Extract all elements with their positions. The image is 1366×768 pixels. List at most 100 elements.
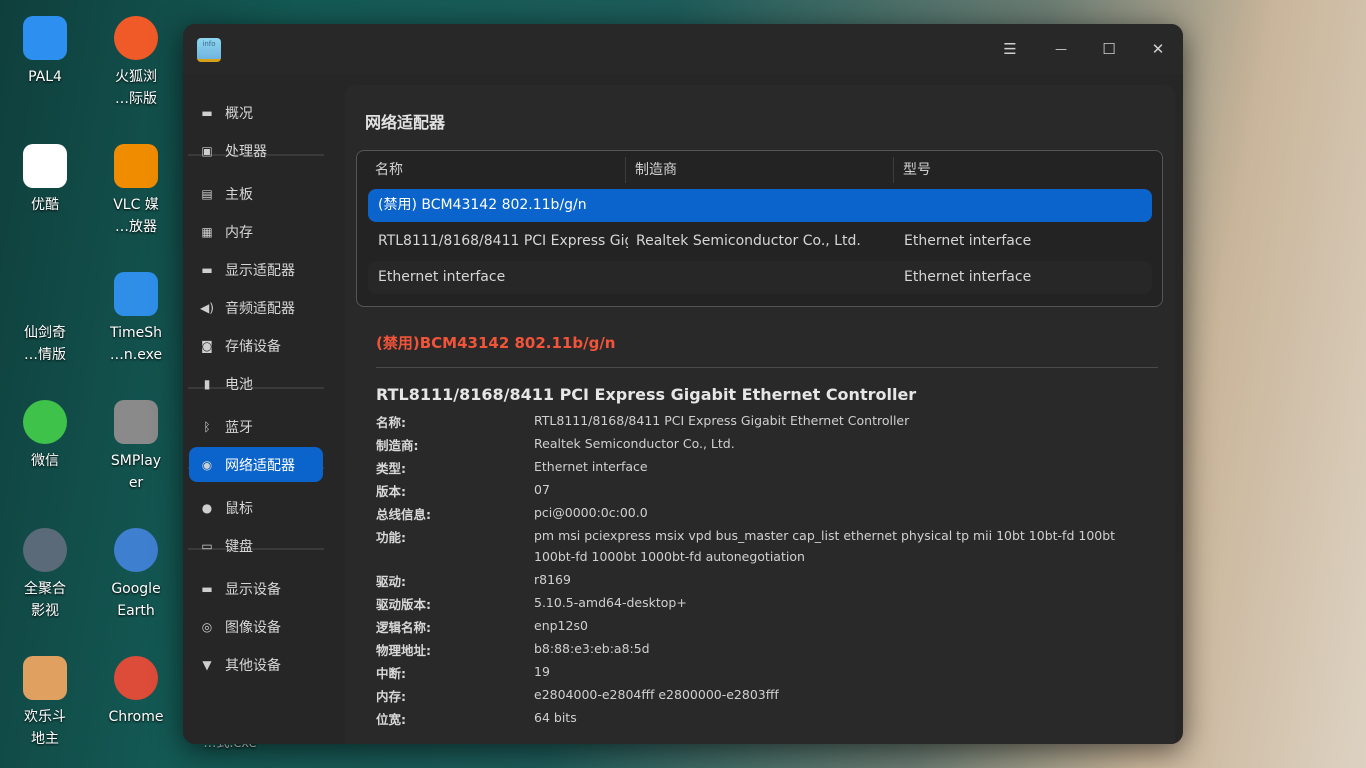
table-cell: Ethernet interface xyxy=(904,269,1032,285)
sidebar-item-other-device[interactable]: ▼ 其他设备 xyxy=(189,647,323,682)
sidebar-item-cpu[interactable]: ▣ 处理器 xyxy=(189,133,323,168)
display-adapter-icon: ▬ xyxy=(201,262,213,277)
app-icon xyxy=(114,656,158,700)
desktop-icon[interactable]: 火狐浏 …际版 xyxy=(91,16,181,110)
minimize-button[interactable]: — xyxy=(1049,37,1073,61)
desktop-icon-label: 仙剑奇 …情版 xyxy=(24,325,66,363)
detail-label: 版本: xyxy=(376,484,406,499)
computer-icon: ▬ xyxy=(201,105,213,120)
detail-value: Ethernet interface xyxy=(534,459,648,474)
desktop-icon[interactable]: 仙剑奇 …情版 xyxy=(0,272,90,366)
mouse-icon: ● xyxy=(201,500,213,515)
desktop-icon[interactable]: Google Earth xyxy=(91,528,181,622)
sidebar-item-battery[interactable]: ▮ 电池 xyxy=(189,366,323,401)
sidebar-item-label: 处理器 xyxy=(225,143,267,160)
app-icon: info xyxy=(197,38,221,62)
app-icon xyxy=(114,400,158,444)
sidebar-item-keyboard[interactable]: ▭ 键盘 xyxy=(189,528,323,563)
adapter-table: 名称 制造商 型号 (禁用) BCM43142 802.11b/g/n RTL81… xyxy=(356,150,1163,307)
app-icon xyxy=(114,528,158,572)
detail-value: 64 bits xyxy=(534,710,577,725)
detail-label: 逻辑名称: xyxy=(376,620,431,635)
desktop-icon-label: 优酷 xyxy=(31,197,59,213)
table-cell: Ethernet interface xyxy=(378,269,506,285)
sidebar-item-monitor[interactable]: ▬ 显示设备 xyxy=(189,571,323,606)
sidebar-item-label: 键盘 xyxy=(225,538,253,555)
desktop-icon[interactable]: TimeSh …n.exe xyxy=(91,272,181,366)
sidebar-item-motherboard[interactable]: ▤ 主板 xyxy=(189,176,323,211)
desktop-icon[interactable]: VLC 媒 …放器 xyxy=(91,144,181,238)
maximize-button[interactable]: ☐ xyxy=(1097,37,1121,61)
detail-label: 驱动版本: xyxy=(376,597,431,612)
column-divider[interactable] xyxy=(625,157,626,183)
sidebar-item-label: 网络适配器 xyxy=(225,457,295,474)
sidebar-item-computer[interactable]: ▬ 概况 xyxy=(189,95,323,130)
desktop-icon-label: TimeSh …n.exe xyxy=(109,325,163,363)
app-icon xyxy=(23,144,67,188)
other-device-icon: ▼ xyxy=(202,657,212,672)
detail-value: Realtek Semiconductor Co., Ltd. xyxy=(534,436,735,451)
detail-label: 位宽: xyxy=(376,712,406,727)
table-row[interactable]: Ethernet interface Ethernet interface xyxy=(368,261,1152,294)
sidebar-item-camera[interactable]: ◎ 图像设备 xyxy=(189,609,323,644)
menu-button[interactable]: ☰ xyxy=(998,37,1022,61)
app-icon xyxy=(23,528,67,572)
close-button[interactable]: ✕ xyxy=(1146,37,1170,61)
sidebar-item-label: 电池 xyxy=(225,376,253,393)
sidebar-item-mouse[interactable]: ● 鼠标 xyxy=(189,490,323,525)
sidebar-item-label: 显示设备 xyxy=(225,581,281,598)
sidebar-item-label: 蓝牙 xyxy=(225,419,253,436)
sidebar-item-memory[interactable]: ▦ 内存 xyxy=(189,214,323,249)
camera-icon: ◎ xyxy=(201,619,213,634)
column-header-vendor[interactable]: 制造商 xyxy=(635,151,677,187)
desktop-icon[interactable]: Chrome xyxy=(91,656,181,728)
desktop-icon[interactable]: 欢乐斗 地主 xyxy=(0,656,90,750)
app-icon xyxy=(23,400,67,444)
titlebar: info ☰ — ☐ ✕ xyxy=(183,24,1183,74)
desktop-icon-label: PAL4 xyxy=(28,69,62,85)
detail-value: pci@0000:0c:00.0 xyxy=(534,505,648,520)
speaker-icon: ◀) xyxy=(200,300,214,315)
desktop-icon[interactable]: SMPlay er xyxy=(91,400,181,494)
memory-icon: ▦ xyxy=(201,224,213,239)
table-cell: RTL8111/8168/8411 PCI Express Gig… xyxy=(378,233,628,249)
desktop-icon-label: 全聚合 影视 xyxy=(24,581,66,619)
motherboard-icon: ▤ xyxy=(201,186,213,201)
detail-label: 功能: xyxy=(376,530,406,545)
device-manager-window: info ☰ — ☐ ✕ ▬ 概况 ▣ 处理器 ▤ 主板 ▦ 内存 ▬ 显示适配器 ◀) 音频适配器 ◙… xyxy=(183,24,1183,744)
desktop-icon[interactable]: 优酷 xyxy=(0,144,90,216)
keyboard-icon: ▭ xyxy=(201,538,213,553)
desktop-icon[interactable]: 全聚合 影视 xyxy=(0,528,90,622)
desktop-icon-label: 火狐浏 …际版 xyxy=(115,69,157,107)
sidebar-item-network[interactable]: ◉ 网络适配器 xyxy=(189,447,323,482)
sidebar-item-label: 内存 xyxy=(225,224,253,241)
desktop-icon-label: 欢乐斗 地主 xyxy=(24,709,66,747)
detail-value: e2804000-e2804fff e2800000-e2803fff xyxy=(534,687,779,702)
network-icon: ◉ xyxy=(201,457,213,472)
sidebar-item-display-adapter[interactable]: ▬ 显示适配器 xyxy=(189,252,323,287)
detail-value: RTL8111/8168/8411 PCI Express Gigabit Et… xyxy=(534,413,910,428)
sidebar-item-label: 显示适配器 xyxy=(225,262,295,279)
detail-title: RTL8111/8168/8411 PCI Express Gigabit Et… xyxy=(376,385,917,404)
desktop-icon[interactable]: PAL4 xyxy=(0,16,90,88)
sidebar-item-storage[interactable]: ◙ 存储设备 xyxy=(189,328,323,363)
table-row[interactable]: (禁用) BCM43142 802.11b/g/n xyxy=(368,189,1152,222)
storage-icon: ◙ xyxy=(201,338,213,353)
column-divider[interactable] xyxy=(893,157,894,183)
detail-value: 5.10.5-amd64-desktop+ xyxy=(534,595,687,610)
desktop-icon[interactable]: 微信 xyxy=(0,400,90,472)
detail-label: 驱动: xyxy=(376,574,406,589)
sidebar-item-speaker[interactable]: ◀) 音频适配器 xyxy=(189,290,323,325)
column-header-model[interactable]: 型号 xyxy=(903,151,931,187)
desktop-icon-label: Google Earth xyxy=(111,581,161,619)
content-panel: 网络适配器 名称 制造商 型号 (禁用) BCM43142 802.11b/g/… xyxy=(345,85,1175,744)
sidebar-item-bluetooth[interactable]: ᛒ 蓝牙 xyxy=(189,409,323,444)
table-row[interactable]: RTL8111/8168/8411 PCI Express Gig… Realte… xyxy=(368,225,1152,258)
disabled-adapter-heading: (禁用)BCM43142 802.11b/g/n xyxy=(376,334,616,352)
desktop-icon-label: VLC 媒 …放器 xyxy=(113,197,159,235)
sidebar-item-label: 音频适配器 xyxy=(225,300,295,317)
desktop-icon-label: SMPlay er xyxy=(110,453,162,491)
column-header-name[interactable]: 名称 xyxy=(375,151,403,187)
divider xyxy=(376,367,1158,368)
detail-label: 名称: xyxy=(376,415,406,430)
